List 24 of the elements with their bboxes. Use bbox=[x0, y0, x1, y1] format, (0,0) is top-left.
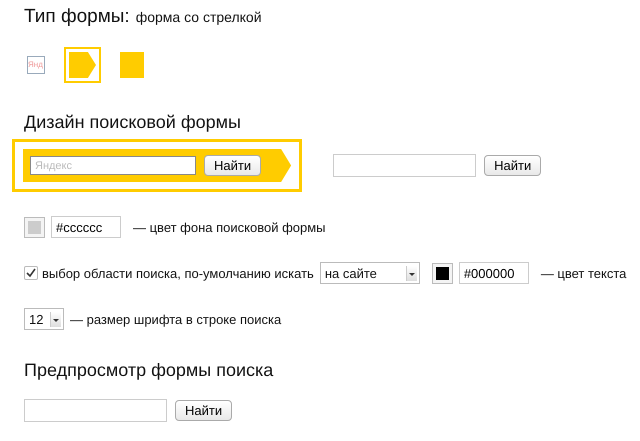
dropdown[interactable]: 12 bbox=[24, 308, 64, 330]
setting-label: — цвет фона поисковой формы bbox=[133, 220, 326, 234]
form-type-value: форма со стрелкой bbox=[136, 9, 262, 25]
color-picker[interactable] bbox=[24, 216, 45, 238]
color-field[interactable]: #cccccc bbox=[51, 216, 121, 238]
section-title: Дизайн поисковой формы bbox=[24, 112, 242, 134]
dropdown[interactable]: на сайте bbox=[320, 262, 420, 284]
search-button[interactable]: Найти bbox=[175, 400, 232, 421]
form-type-option[interactable] bbox=[64, 47, 101, 83]
setting-label: выбор области поиска, по-умолчанию искать bbox=[42, 266, 314, 280]
search-button[interactable]: Найти bbox=[484, 155, 542, 176]
color-field[interactable]: #000000 bbox=[458, 262, 529, 284]
search-field[interactable] bbox=[24, 399, 167, 422]
search-field[interactable]: Яндекс bbox=[30, 156, 196, 175]
checkbox[interactable] bbox=[24, 266, 38, 280]
section-title: Предпросмотр формы поиска bbox=[24, 360, 274, 382]
search-button[interactable]: Найти bbox=[204, 155, 262, 176]
setting-label: — размер шрифта в строке поиска bbox=[70, 312, 282, 326]
search-field[interactable] bbox=[333, 154, 476, 177]
design-option[interactable]: Найти bbox=[322, 144, 552, 187]
design-option[interactable]: Яндекс Найти bbox=[12, 139, 302, 192]
section-title: Тип формы: bbox=[24, 6, 130, 28]
color-picker[interactable] bbox=[432, 262, 453, 284]
setting-label: — цвет текста bbox=[540, 266, 626, 280]
